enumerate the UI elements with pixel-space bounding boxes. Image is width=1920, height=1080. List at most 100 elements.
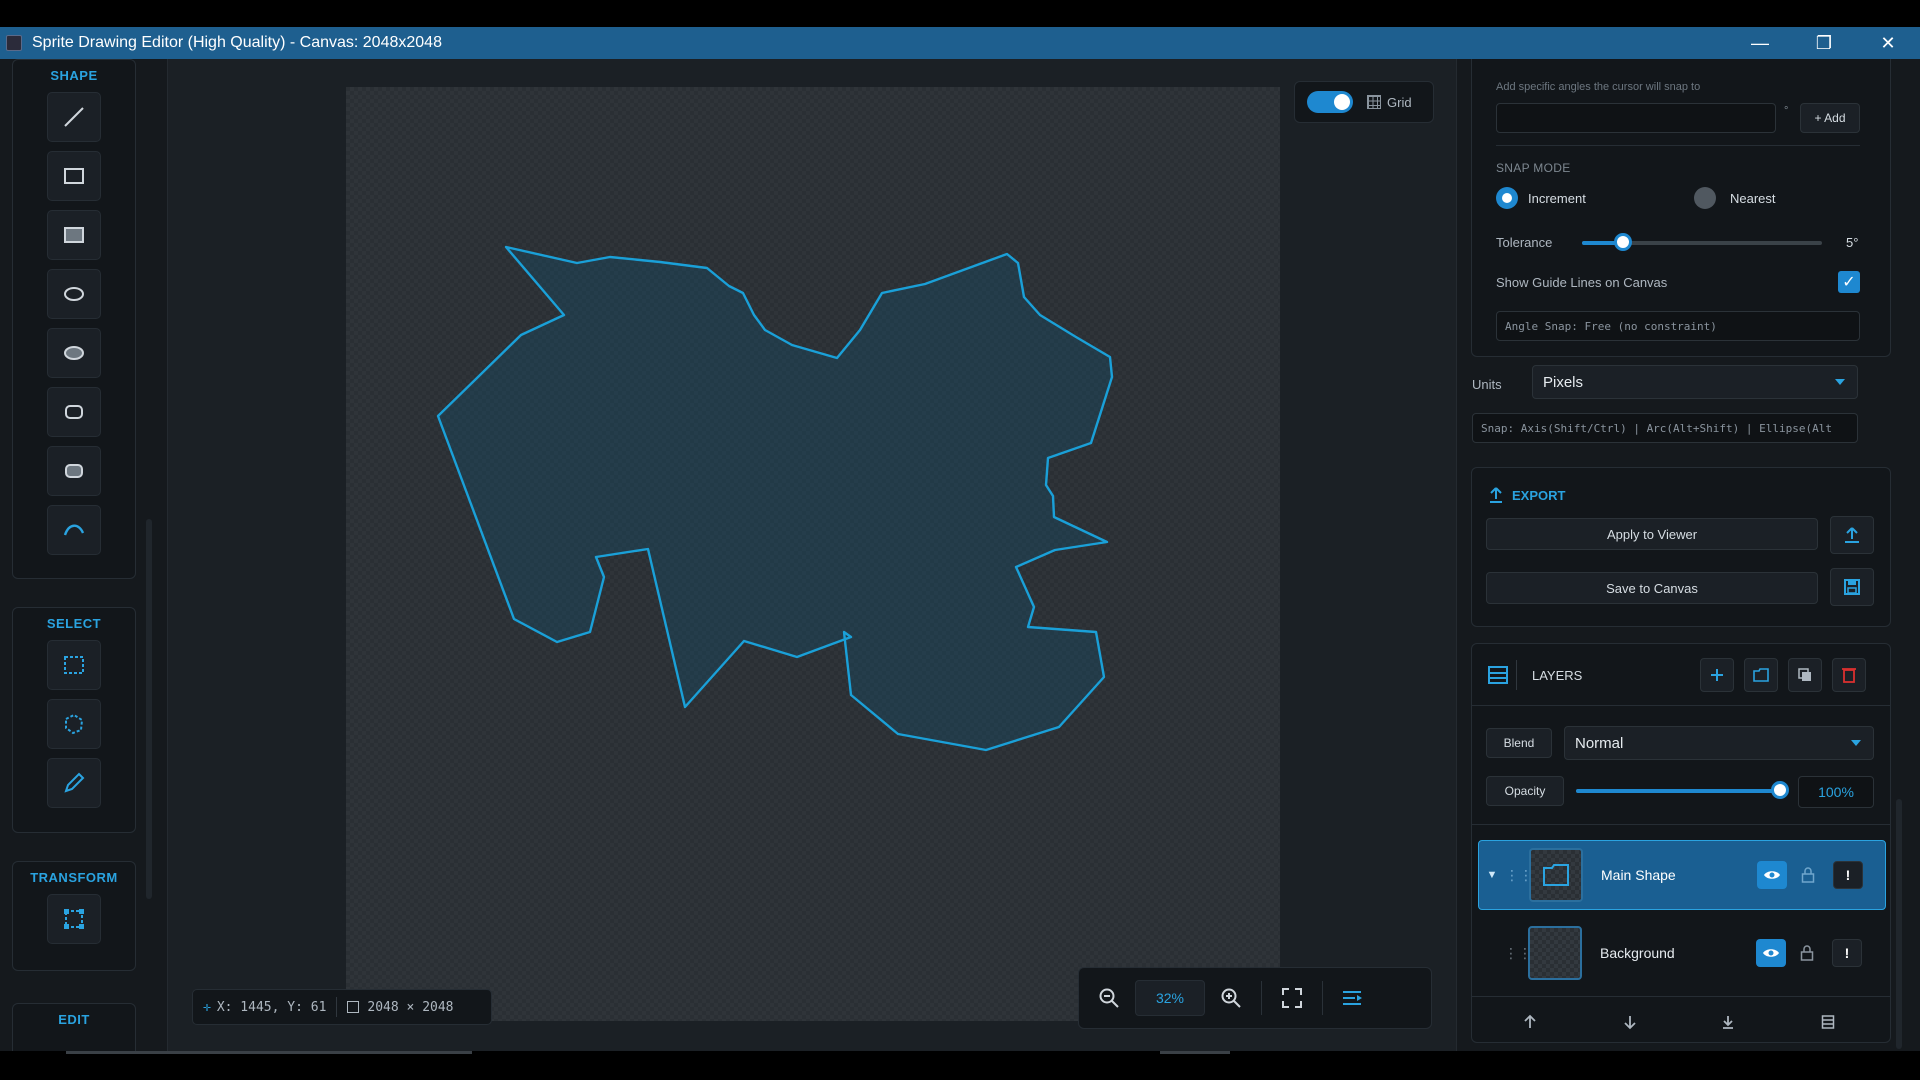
folder-icon <box>1753 668 1769 682</box>
flatten-button[interactable] <box>1810 1006 1846 1038</box>
ellipse-filled-tool-button[interactable] <box>47 328 101 378</box>
opacity-label: Opacity <box>1486 776 1564 806</box>
chevron-down-icon <box>1835 379 1845 385</box>
save-icon-button[interactable] <box>1830 568 1874 606</box>
layer-name: Background <box>1600 945 1675 961</box>
rectangle-filled-tool-button[interactable] <box>47 210 101 260</box>
export-icon <box>1490 487 1502 503</box>
tolerance-label: Tolerance <box>1496 235 1553 250</box>
app-icon <box>6 35 22 51</box>
snap-angle-input[interactable] <box>1496 103 1776 133</box>
transform-tool-button[interactable] <box>47 894 101 944</box>
blend-mode-dropdown[interactable]: Normal <box>1564 726 1874 760</box>
toolbar-scrollbar[interactable] <box>146 519 152 899</box>
increment-label: Increment <box>1528 191 1586 206</box>
pen-select-tool-button[interactable] <box>47 758 101 808</box>
cursor-coordinates: X: 1445, Y: 61 <box>216 999 327 1015</box>
angle-snap-status: Angle Snap: Free (no constraint) <box>1496 311 1860 341</box>
zoom-controls: 32% <box>1078 967 1432 1029</box>
duplicate-layer-button[interactable] <box>1788 658 1822 692</box>
tool-sidebar: SHAPE SELECT TRANSFORM EDIT <box>0 59 168 1063</box>
nearest-radio[interactable] <box>1694 187 1716 209</box>
line-icon <box>64 107 84 127</box>
opacity-slider[interactable] <box>1576 778 1789 804</box>
layer-thumbnail <box>1529 848 1583 902</box>
upload-button[interactable] <box>1830 516 1874 554</box>
curve-tool-button[interactable] <box>47 505 101 555</box>
drawing-canvas[interactable] <box>346 87 1280 1021</box>
copy-icon <box>1798 668 1811 681</box>
add-angle-button[interactable]: + Add <box>1800 103 1860 133</box>
move-layer-down-button[interactable] <box>1612 1006 1648 1038</box>
app-body: SHAPE SELECT TRANSFORM EDIT Grid ✛ X: 14… <box>0 59 1920 1063</box>
increment-radio[interactable] <box>1496 187 1518 209</box>
add-group-button[interactable] <box>1744 658 1778 692</box>
layer-row-main-shape[interactable]: ▼ ⋮⋮ Main Shape ! <box>1478 840 1886 910</box>
expand-icon[interactable]: ▼ <box>1479 869 1505 881</box>
guide-lines-checkbox[interactable]: ✓ <box>1838 271 1860 293</box>
rounded-rect-filled-icon <box>65 464 83 478</box>
fit-to-screen-button[interactable] <box>1270 978 1314 1018</box>
merge-down-button[interactable] <box>1710 1006 1746 1038</box>
units-dropdown[interactable]: Pixels <box>1532 365 1858 399</box>
visibility-toggle[interactable] <box>1757 861 1787 889</box>
minimize-button[interactable]: — <box>1728 27 1792 59</box>
line-tool-button[interactable] <box>47 92 101 142</box>
snap-settings-card: Add specific angles the cursor will snap… <box>1471 59 1891 357</box>
panel-scrollbar[interactable] <box>1896 799 1902 1049</box>
drag-handle-icon[interactable]: ⋮⋮ <box>1505 867 1533 884</box>
close-button[interactable]: ✕ <box>1856 27 1920 59</box>
tolerance-slider-handle[interactable] <box>1614 233 1632 251</box>
rounded-rect-filled-tool-button[interactable] <box>47 446 101 496</box>
visibility-toggle[interactable] <box>1756 939 1786 967</box>
layers-card: LAYERS Blend Normal Opacity 100% ▼ ⋮⋮ Ma… <box>1471 643 1891 1043</box>
move-layer-up-button[interactable] <box>1512 1006 1548 1038</box>
arrow-up-icon <box>1524 1014 1536 1028</box>
add-layer-button[interactable] <box>1700 658 1734 692</box>
title-bar: Sprite Drawing Editor (High Quality) - C… <box>0 27 1920 59</box>
opacity-slider-handle[interactable] <box>1771 781 1789 799</box>
export-card: EXPORT Apply to Viewer Save to Canvas <box>1471 467 1891 627</box>
tolerance-slider[interactable] <box>1582 229 1822 257</box>
transform-icon <box>64 909 84 929</box>
zoom-in-button[interactable] <box>1209 978 1253 1018</box>
upload-icon <box>1845 527 1859 543</box>
export-title: EXPORT <box>1512 487 1566 503</box>
horizontal-scrollbar-thumb[interactable] <box>1160 1051 1230 1054</box>
layer-menu-button[interactable]: ! <box>1832 939 1862 967</box>
main-shape-polygon[interactable] <box>436 245 1114 752</box>
plus-icon <box>1711 669 1723 681</box>
shape-layer <box>436 245 1114 752</box>
save-to-canvas-button[interactable]: Save to Canvas <box>1486 572 1818 604</box>
rectangle-outline-tool-button[interactable] <box>47 151 101 201</box>
nearest-label: Nearest <box>1730 191 1776 206</box>
rounded-rect-outline-tool-button[interactable] <box>47 387 101 437</box>
rect-select-tool-button[interactable] <box>47 640 101 690</box>
ellipse-outline-tool-button[interactable] <box>47 269 101 319</box>
lock-icon[interactable] <box>1801 867 1815 883</box>
snap-mode-title: SNAP MODE <box>1496 161 1571 175</box>
zoom-level[interactable]: 32% <box>1135 980 1205 1016</box>
fullscreen-icon <box>1282 988 1302 1008</box>
delete-layer-button[interactable] <box>1832 658 1866 692</box>
layers-icon <box>1488 666 1508 684</box>
lasso-select-icon <box>65 713 84 735</box>
lock-icon[interactable] <box>1800 945 1814 961</box>
lasso-select-tool-button[interactable] <box>47 699 101 749</box>
grid-toggle-switch[interactable] <box>1307 91 1353 113</box>
zoom-out-button[interactable] <box>1087 978 1131 1018</box>
select-tool-group: SELECT <box>12 607 136 833</box>
screen-bottom-edge <box>0 1051 1920 1080</box>
layer-thumbnail <box>1528 926 1582 980</box>
restore-button[interactable]: ❐ <box>1792 27 1856 59</box>
zoom-out-icon <box>1099 988 1119 1008</box>
layer-row-background[interactable]: ⋮⋮ Background ! <box>1478 918 1886 988</box>
layer-menu-button[interactable]: ! <box>1833 861 1863 889</box>
drag-handle-icon[interactable]: ⋮⋮ <box>1504 945 1532 962</box>
flatten-icon <box>1821 1015 1835 1029</box>
horizontal-scrollbar[interactable] <box>66 1051 472 1054</box>
apply-to-viewer-button[interactable]: Apply to Viewer <box>1486 518 1818 550</box>
align-menu-button[interactable] <box>1331 978 1375 1018</box>
canvas-area: Grid ✛ X: 1445, Y: 61 2048 × 2048 32% <box>168 59 1456 1051</box>
opacity-value[interactable]: 100% <box>1798 776 1874 808</box>
